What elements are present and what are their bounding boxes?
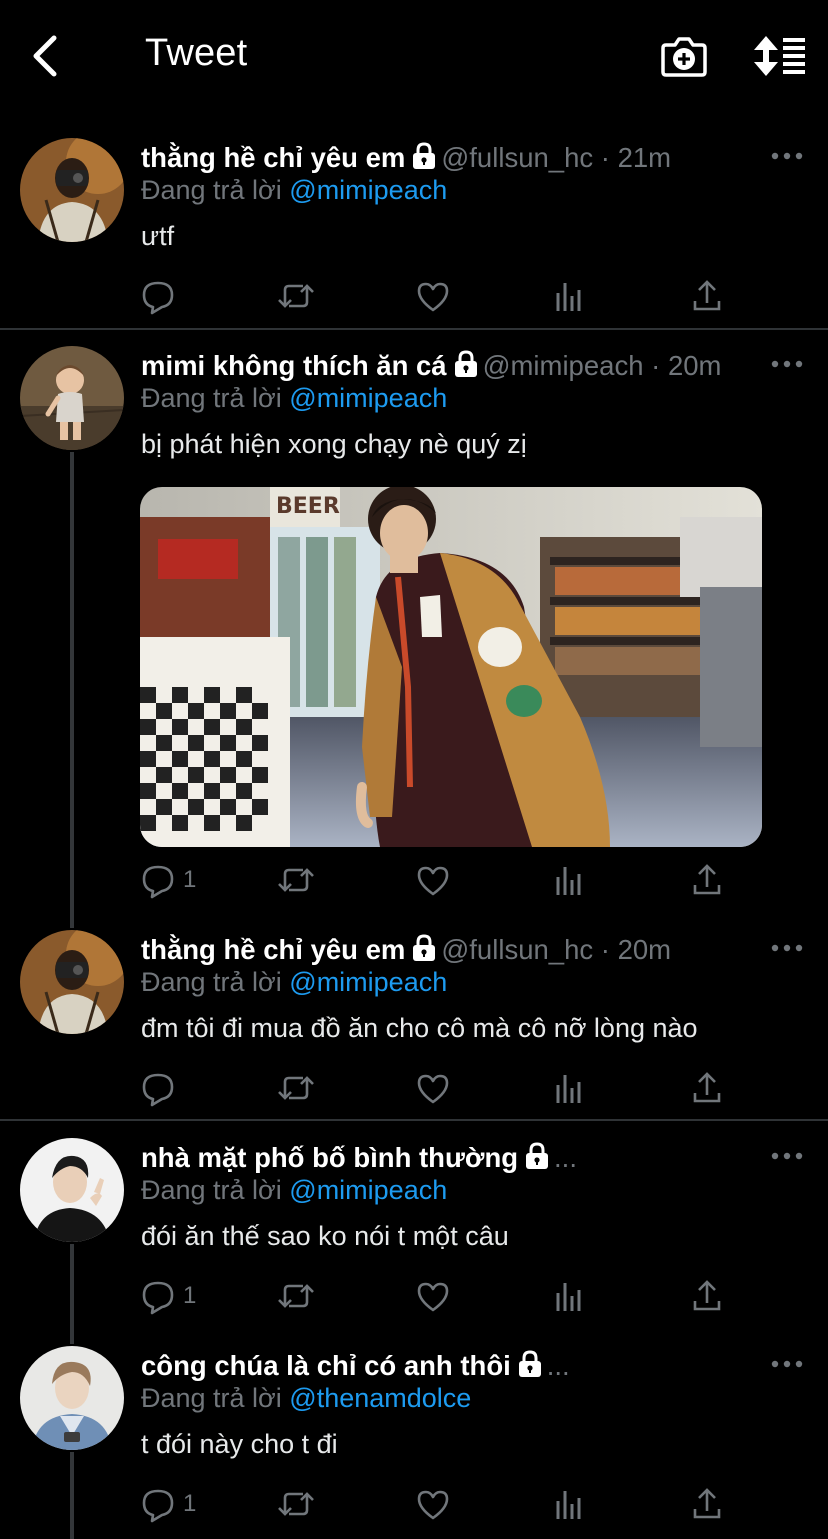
retweet-button[interactable] [276, 1484, 316, 1524]
tweet-text: t đói này cho t đi [141, 1429, 338, 1459]
lock-icon [518, 1350, 541, 1377]
share-button[interactable] [691, 1484, 723, 1524]
analytics-icon [556, 1491, 581, 1519]
truncation-ellipsis: ... [546, 1350, 570, 1381]
more-options-button[interactable] [770, 1356, 804, 1372]
reply-count: 1 [183, 1490, 197, 1517]
retweet-icon [278, 1492, 314, 1516]
mention-link[interactable]: @thenamdolce [289, 1383, 471, 1413]
action-bar: 1 [141, 1484, 731, 1524]
replying-label: Đang trả lời [141, 1383, 282, 1413]
display-name[interactable]: công chúa là chỉ có anh thôi [141, 1350, 511, 1381]
avatar[interactable] [20, 1346, 124, 1450]
like-button[interactable] [416, 1484, 450, 1524]
reply-icon [142, 1489, 174, 1523]
replying-to: Đang trả lời @thenamdolce [141, 1380, 471, 1416]
analytics-button[interactable] [554, 1484, 584, 1524]
reply-button[interactable]: 1 [141, 1484, 196, 1524]
more-horizontal-icon [771, 1360, 803, 1368]
heart-icon [417, 1490, 449, 1520]
tweet-5[interactable]: công chúa là chỉ có anh thôi... Đang trả… [0, 0, 828, 1539]
share-icon [693, 1488, 721, 1519]
